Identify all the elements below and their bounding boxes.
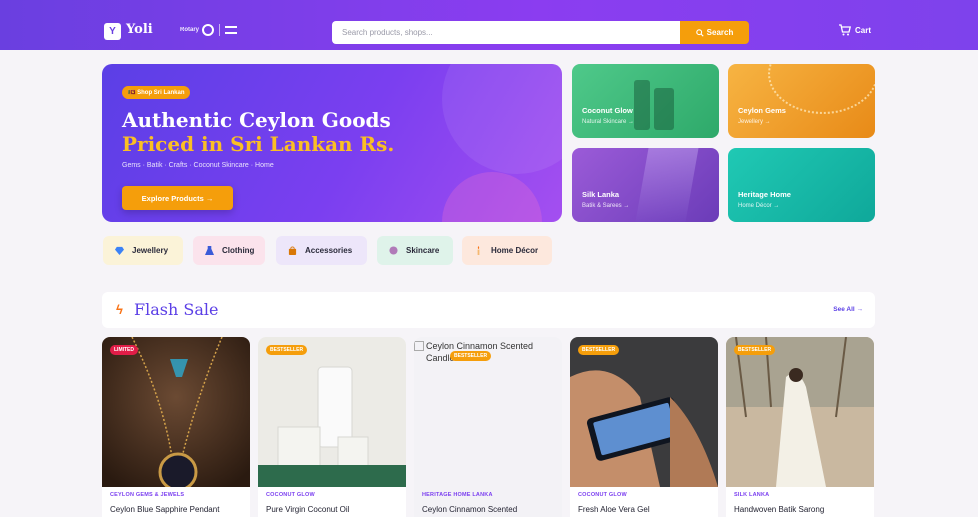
- product-card[interactable]: BESTSELLER COCONUT GLOW Fresh Aloe Vera …: [570, 337, 718, 517]
- promo-subtitle: Batik & Sarees →: [582, 203, 630, 209]
- category-home-decor[interactable]: Home Décor: [462, 236, 552, 265]
- dress-icon: [205, 246, 214, 255]
- bestseller-badge: BESTSELLER: [734, 345, 776, 355]
- flash-sale-title: Flash Sale: [134, 300, 219, 319]
- category-label: Skincare: [406, 246, 440, 255]
- promo-title: Heritage Home: [738, 190, 791, 199]
- search-icon: [695, 28, 704, 37]
- image-alt-text: Ceylon Cinnamon Scented Candle: [426, 341, 534, 363]
- brand-name[interactable]: Yoli: [126, 22, 153, 37]
- bottle-image: [634, 80, 650, 130]
- broken-image-icon: [414, 341, 424, 351]
- product-shop[interactable]: COCONUT GLOW: [578, 492, 627, 498]
- bag-icon: [288, 246, 297, 255]
- product-card[interactable]: BESTSELLER COCONUT GLOW Pure Virgin Coco…: [258, 337, 406, 517]
- product-image: [726, 337, 874, 487]
- see-all-link[interactable]: See All →: [833, 306, 863, 313]
- candle-icon: [477, 246, 480, 255]
- promo-tile-heritage-home[interactable]: Heritage Home Home Décor →: [728, 148, 875, 222]
- logo-mark[interactable]: Y: [104, 23, 121, 40]
- product-name[interactable]: Handwoven Batik Sarong: [734, 505, 824, 514]
- hero-decoration: [442, 172, 542, 222]
- gem-icon: [115, 246, 124, 255]
- product-shop[interactable]: HERITAGE HOME LANKA: [422, 492, 493, 498]
- lotion-icon: [389, 246, 398, 255]
- promo-subtitle: Natural Skincare →: [582, 119, 635, 125]
- promo-title: Ceylon Gems: [738, 106, 786, 115]
- partner-logo: Rotary: [180, 24, 238, 36]
- product-shop[interactable]: SILK LANKA: [734, 492, 769, 498]
- partner-mark-icon: [225, 26, 238, 34]
- product-image: [258, 337, 406, 487]
- promo-subtitle: Home Décor →: [738, 203, 780, 209]
- search-bar: Search: [332, 21, 749, 44]
- product-name[interactable]: Ceylon Blue Sapphire Pendant: [110, 505, 219, 514]
- category-skincare[interactable]: Skincare: [377, 236, 453, 265]
- product-name[interactable]: Ceylon Cinnamon Scented: [422, 505, 517, 514]
- search-button-label: Search: [706, 28, 734, 37]
- promo-tile-silk-lanka[interactable]: Silk Lanka Batik & Sarees →: [572, 148, 719, 222]
- promo-title: Coconut Glow: [582, 106, 633, 115]
- promo-subtitle: Jewellery →: [738, 119, 771, 125]
- product-card[interactable]: BESTSELLER SILK LANKA Handwoven Batik Sa…: [726, 337, 874, 517]
- search-input[interactable]: [332, 21, 680, 44]
- partner-divider: [219, 24, 221, 36]
- top-header: Y Yoli Rotary Search Cart: [0, 0, 978, 50]
- rotary-wheel-icon: [202, 24, 215, 36]
- category-accessories[interactable]: Accessories: [276, 236, 367, 265]
- lightning-icon: ϟ: [116, 302, 123, 317]
- search-button[interactable]: Search: [680, 21, 749, 44]
- limited-badge: LIMITED: [110, 345, 138, 355]
- cart-label: Cart: [855, 25, 872, 35]
- category-label: Accessories: [305, 246, 353, 255]
- cart-link[interactable]: Cart: [838, 24, 871, 36]
- partner-text: Rotary: [180, 27, 200, 33]
- explore-products-button[interactable]: Explore Products →: [122, 186, 233, 210]
- category-label: Clothing: [222, 246, 255, 255]
- cart-icon: [839, 24, 851, 36]
- promo-tile-coconut-glow[interactable]: Coconut Glow Natural Skincare →: [572, 64, 719, 138]
- category-label: Home Décor: [491, 246, 539, 255]
- product-card[interactable]: Ceylon Cinnamon Scented Candle BESTSELLE…: [414, 337, 562, 517]
- hero-title-highlight: Priced in Sri Lankan Rs.: [122, 132, 395, 156]
- hero-subtitle: Gems · Batik · Crafts · Coconut Skincare…: [122, 162, 274, 169]
- category-clothing[interactable]: Clothing: [193, 236, 265, 265]
- product-image: [102, 337, 250, 487]
- category-label: Jewellery: [132, 246, 169, 255]
- hero-decoration: [442, 64, 562, 174]
- flash-sale-header: ϟ Flash Sale See All →: [102, 292, 875, 328]
- bestseller-badge: BESTSELLER: [578, 345, 620, 355]
- category-jewellery[interactable]: Jewellery: [103, 236, 183, 265]
- product-image: [570, 337, 718, 487]
- saree-image: [635, 148, 699, 222]
- product-card[interactable]: LIMITED CEYLON GEMS & JEWELS Ceylon Blue…: [102, 337, 250, 517]
- promo-tile-ceylon-gems[interactable]: Ceylon Gems Jewellery →: [728, 64, 875, 138]
- bestseller-badge: BESTSELLER: [266, 345, 308, 355]
- hero-banner: 🇱🇰 Shop Sri Lankan Authentic Ceylon Good…: [102, 64, 562, 222]
- product-name[interactable]: Pure Virgin Coconut Oil: [266, 505, 349, 514]
- hero-title: Authentic Ceylon Goods: [122, 108, 391, 132]
- product-name[interactable]: Fresh Aloe Vera Gel: [578, 505, 650, 514]
- product-shop[interactable]: CEYLON GEMS & JEWELS: [110, 492, 184, 498]
- promo-title: Silk Lanka: [582, 190, 620, 199]
- hero-pill-badge: 🇱🇰 Shop Sri Lankan: [122, 86, 191, 99]
- product-shop[interactable]: COCONUT GLOW: [266, 492, 315, 498]
- bestseller-badge: BESTSELLER: [450, 351, 492, 361]
- bottle-image: [654, 88, 674, 130]
